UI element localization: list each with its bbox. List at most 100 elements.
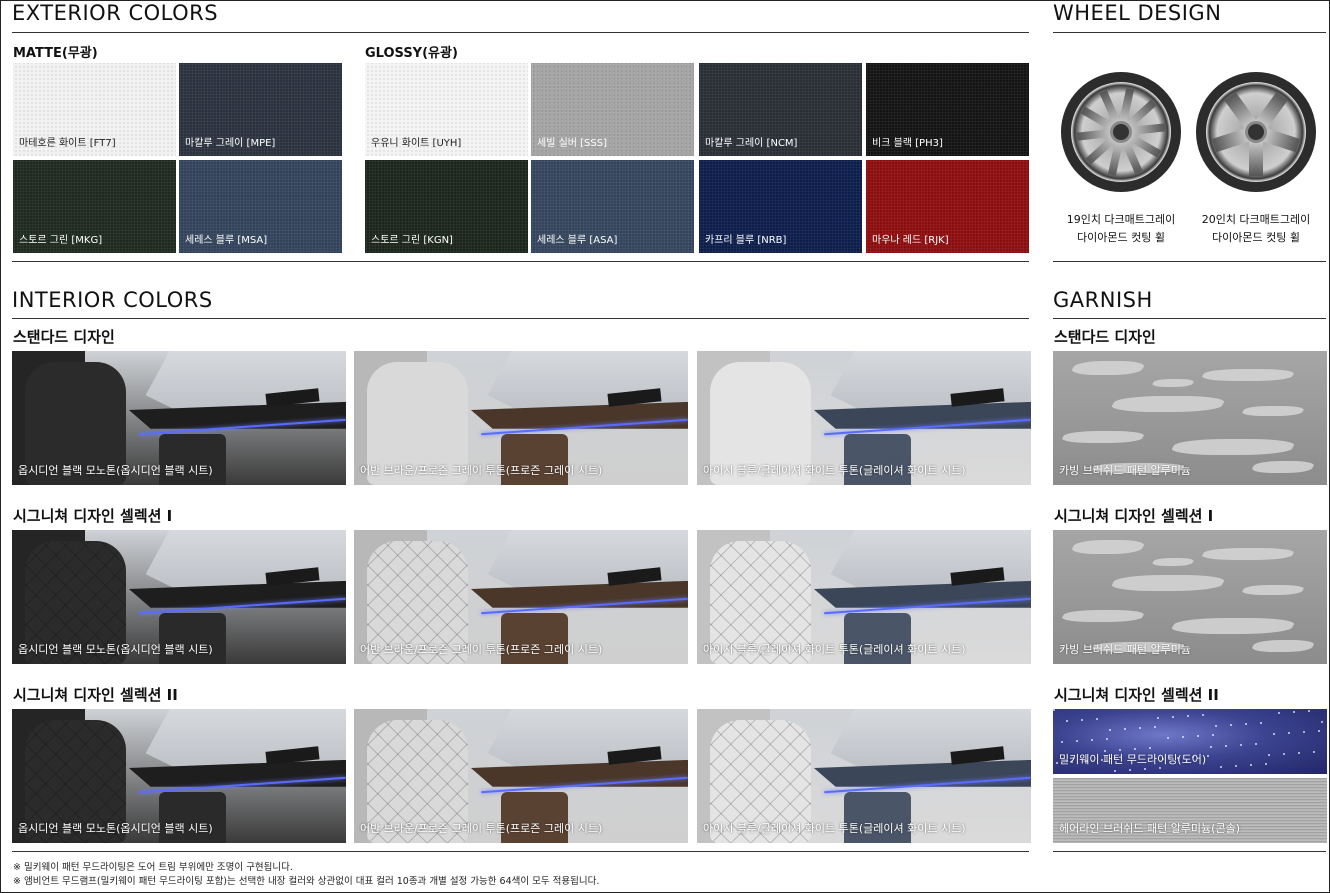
carving-pattern (1249, 461, 1317, 473)
glossy-color-swatch[interactable]: 우유니 화이트 [UYH] (365, 63, 528, 156)
interior-color-option[interactable]: 아이시 블루/글레이셔 화이트 투톤(글레이셔 화이트 시트) (697, 530, 1031, 664)
star-dot (1154, 726, 1156, 728)
star-dot (1096, 718, 1098, 720)
star-dot (1313, 751, 1315, 753)
glossy-color-swatch[interactable]: 스토르 그린 [KGN] (365, 160, 528, 253)
dashboard (813, 580, 1031, 608)
star-dot (1144, 768, 1146, 770)
interior-option-label: 옵시디언 블랙 모노톤(옵시디언 블랙 시트) (18, 643, 213, 656)
garnish-row-heading: 스탠다드 디자인 (1054, 328, 1156, 346)
interior-color-option[interactable]: 옵시디언 블랙 모노톤(옵시디언 블랙 시트) (12, 530, 346, 664)
interior-color-option[interactable]: 어반 브라운/프로즌 그레이 투톤(프로즌 그레이 시트) (354, 709, 688, 843)
matte-color-swatch[interactable]: 마테호른 화이트 [FT7] (13, 63, 176, 156)
garnish-row-heading: 시그니쳐 디자인 셀렉션 I (1054, 507, 1214, 525)
star-dot (1056, 762, 1058, 764)
dashboard (128, 759, 346, 787)
star-dot (1139, 727, 1141, 729)
garnish-label: 밀키웨이 패턴 무드라이팅(도어) (1059, 753, 1207, 766)
swatch-label: 마칼루 그레이 [MPE] (185, 138, 276, 149)
star-dot (1210, 746, 1212, 748)
star-dot (1235, 765, 1237, 767)
matte-color-swatch[interactable]: 스토르 그린 [MKG] (13, 160, 176, 253)
star-dot (1245, 723, 1247, 725)
glossy-color-swatch[interactable]: 카프리 블루 [NRB] (699, 160, 862, 253)
swatch-label: 세빌 실버 [SSS] (537, 138, 608, 149)
star-dot (1240, 744, 1242, 746)
star-dot (1220, 766, 1222, 768)
interior-color-option[interactable]: 어반 브라운/프로즌 그레이 투톤(프로즌 그레이 시트) (354, 530, 688, 664)
star-dot (1053, 709, 1055, 711)
glossy-color-swatch[interactable]: 세레스 블루 [ASA] (531, 160, 694, 253)
carving-pattern (1240, 585, 1306, 595)
star-dot (1106, 738, 1108, 740)
carving-pattern (1059, 610, 1147, 622)
glossy-color-swatch[interactable]: 마우나 레드 [RJK] (866, 160, 1029, 253)
swatch-label: 우유니 화이트 [UYH] (371, 138, 462, 149)
star-dot (1134, 748, 1136, 750)
interior-option-label: 아이시 블루/글레이셔 화이트 투톤(글레이셔 화이트 시트) (703, 643, 966, 656)
wheel-caption-line: 다이아몬드 컷팅 휠 (1077, 231, 1165, 244)
glossy-color-swatch[interactable]: 비크 블랙 [PH3] (866, 63, 1029, 156)
star-dot (1278, 712, 1280, 714)
wheel-caption-line: 다이아몬드 컷팅 휠 (1212, 231, 1300, 244)
wheel-design-title: WHEEL DESIGN (1053, 1, 1222, 25)
star-dot (1167, 737, 1169, 739)
carving-pattern (1059, 431, 1147, 443)
interior-option-label: 어반 브라운/프로즌 그레이 투톤(프로즌 그레이 시트) (360, 464, 603, 477)
star-dot (1283, 753, 1285, 755)
interior-color-option[interactable]: 어반 브라운/프로즌 그레이 투톤(프로즌 그레이 시트) (354, 351, 688, 485)
interior-option-label: 옵시디언 블랙 모노톤(옵시디언 블랙 시트) (18, 822, 213, 835)
glossy-label: GLOSSY(유광) (365, 46, 458, 61)
garnish-option[interactable]: 카빙 브러쉬드 패턴 알루미늄 (1053, 530, 1327, 664)
interior-color-option[interactable]: 옵시디언 블랙 모노톤(옵시디언 블랙 시트) (12, 709, 346, 843)
garnish-label: 카빙 브러쉬드 패턴 알루미늄 (1059, 643, 1191, 656)
garnish-option[interactable]: 헤어라인 브러쉬드 패턴 알루미늄(콘솔) (1053, 778, 1327, 843)
star-dot (1250, 764, 1252, 766)
interior-color-option[interactable]: 아이시 블루/글레이셔 화이트 투톤(글레이셔 화이트 시트) (697, 709, 1031, 843)
matte-label: MATTE(무광) (13, 46, 98, 61)
carving-pattern (1068, 361, 1148, 375)
footnote: ※ 앰비언트 무드램프(밀키웨이 패턴 무드라이팅 포함)는 선택한 내장 컬러… (13, 876, 600, 887)
wheel-caption: 19인치 다크매트그레이 다이아몬드 컷팅 휠 (1051, 211, 1191, 247)
interior-row-heading: 시그니쳐 디자인 셀렉션 II (13, 686, 178, 704)
carving-pattern (1108, 396, 1228, 412)
swatch-label: 마테호른 화이트 [FT7] (19, 138, 116, 149)
divider (1053, 32, 1326, 33)
star-dot (1129, 769, 1131, 771)
star-dot (1321, 721, 1323, 723)
dashboard (813, 759, 1031, 787)
garnish-option[interactable]: 밀키웨이 패턴 무드라이팅(도어) (1053, 709, 1327, 774)
wheel-image[interactable] (1061, 72, 1181, 192)
swatch-label: 스토르 그린 [MKG] (19, 235, 103, 246)
carving-pattern (1068, 540, 1148, 554)
dashboard (128, 401, 346, 429)
interior-color-option[interactable]: 옵시디언 블랙 모노톤(옵시디언 블랙 시트) (12, 351, 346, 485)
interior-colors-title: INTERIOR COLORS (12, 288, 213, 312)
wheel-caption-line: 20인치 다크매트그레이 (1201, 213, 1311, 226)
divider (12, 851, 1029, 852)
star-dot (1124, 728, 1126, 730)
wheel-image[interactable] (1196, 72, 1316, 192)
garnish-option[interactable]: 카빙 브러쉬드 패턴 알루미늄 (1053, 351, 1327, 485)
carving-pattern (1108, 575, 1228, 591)
garnish-label: 카빙 브러쉬드 패턴 알루미늄 (1059, 464, 1191, 477)
star-dot (1293, 711, 1295, 713)
matte-color-swatch[interactable]: 세레스 블루 [MSA] (179, 160, 342, 253)
star-dot (1212, 734, 1214, 736)
star-dot (1076, 740, 1078, 742)
glossy-color-swatch[interactable]: 세빌 실버 [SSS] (531, 63, 694, 156)
star-dot (1081, 719, 1083, 721)
glossy-color-swatch[interactable]: 마칼루 그레이 [NCM] (699, 63, 862, 156)
interior-color-option[interactable]: 아이시 블루/글레이셔 화이트 투톤(글레이셔 화이트 시트) (697, 351, 1031, 485)
wheel-hub (1110, 121, 1132, 143)
carving-pattern (1150, 379, 1196, 387)
swatch-label: 마우나 레드 [RJK] (872, 235, 949, 246)
star-dot (1303, 731, 1305, 733)
exterior-colors-title: EXTERIOR COLORS (12, 1, 219, 25)
star-dot (1308, 710, 1310, 712)
star-dot (1197, 735, 1199, 737)
matte-color-swatch[interactable]: 마칼루 그레이 [MPE] (179, 63, 342, 156)
star-dot (1207, 755, 1209, 757)
swatch-label: 카프리 블루 [NRB] (705, 235, 787, 246)
garnish-row-heading: 시그니쳐 디자인 셀렉션 II (1054, 686, 1219, 704)
